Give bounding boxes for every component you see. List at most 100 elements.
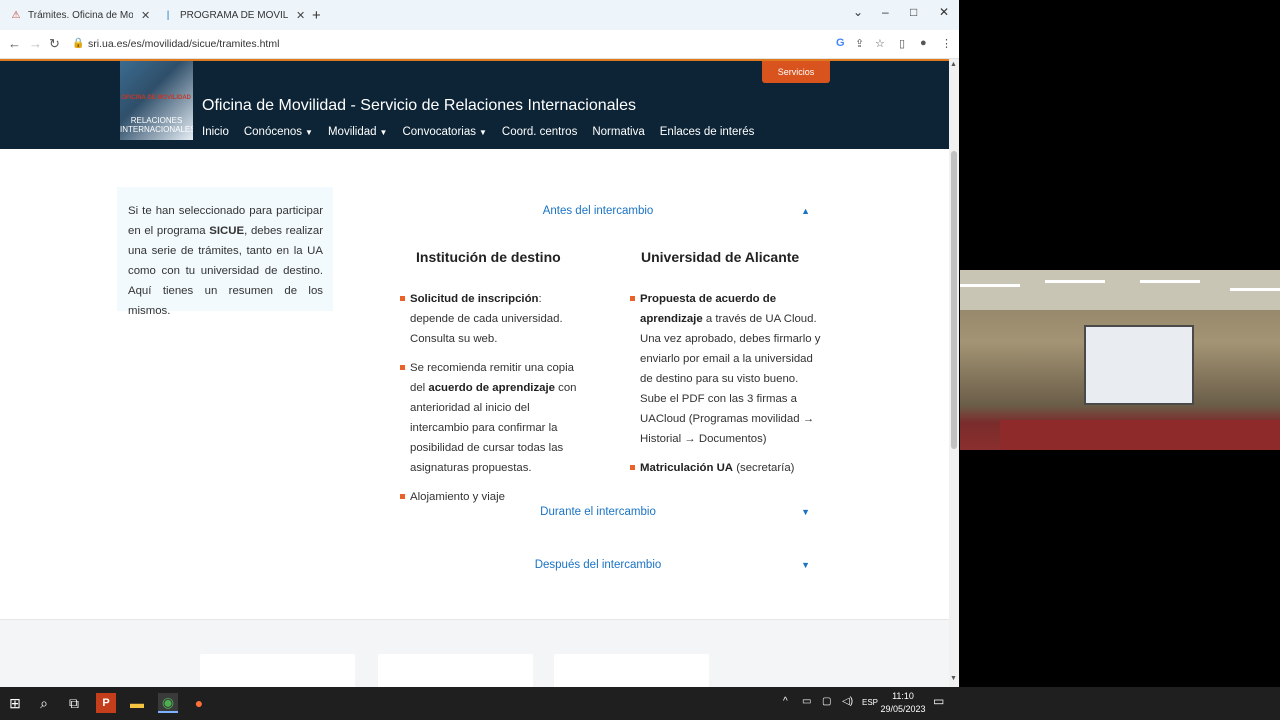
lock-icon[interactable]: 🔒 [72,38,84,49]
item-bold: Solicitud de inscripción [410,293,539,305]
footer-strip [0,619,949,687]
nav-conocenos[interactable]: Conócenos ▼ [244,126,313,138]
presentation-table [1000,420,1280,450]
list-item: Se recomienda remitir una copia del acue… [400,358,586,478]
ceiling-light [1230,288,1280,291]
windows-start-icon[interactable]: ⊞ [5,693,25,713]
footer-card [378,654,533,687]
scroll-up-icon[interactable]: ▲ [950,61,957,68]
column-title-alicante: Universidad de Alicante [641,249,800,265]
menu-dots-icon[interactable]: ⋮ [941,37,952,50]
language-indicator[interactable]: ESP [862,698,878,707]
new-tab-button[interactable]: + [312,4,321,26]
scroll-thumb[interactable] [951,151,957,449]
close-tab-icon[interactable]: ✕ [141,9,150,22]
logo-top-text: OFICINA DE MOVILIDAD [121,95,191,101]
powerpoint-icon[interactable]: P [96,693,116,713]
nav-enlaces[interactable]: Enlaces de interés [660,126,755,138]
main-nav: Inicio Conócenos ▼ Movilidad ▼ Convocatori… [202,126,769,138]
ua-favicon-icon: ⚠ [11,9,21,21]
nav-label: Coord. centros [501,126,578,138]
bookmark-star-icon[interactable]: ☆ [875,37,885,50]
nav-normativa[interactable]: Normativa [592,126,644,138]
nav-convocatorias[interactable]: Convocatorias ▼ [402,126,486,138]
share-icon[interactable]: ⇪ [855,37,864,50]
site-logo[interactable]: OFICINA DE MOVILIDAD RELACIONES INTERNAC… [120,61,193,140]
forward-icon[interactable]: → [29,36,42,51]
intro-text: Si te han seleccionado para participar e… [128,201,323,321]
nav-label: Convocatorias [402,126,476,138]
tab-bar: ⚠ Trámites. Oficina de Movilidad - ✕ | P… [0,0,959,30]
bullet-icon [400,296,405,301]
battery-icon[interactable]: ▭ [802,696,811,707]
destino-list: Solicitud de inscripción: depende de cad… [400,289,586,516]
file-explorer-icon[interactable]: ▬ [127,693,147,713]
accordion-durante[interactable]: Durante el intercambio ▼ [378,499,818,525]
minimize-button[interactable]: – [882,5,889,19]
bullet-icon [400,365,405,370]
network-icon[interactable]: ▢ [822,696,831,707]
url-input[interactable]: sri.ua.es/es/movilidad/sicue/tramites.ht… [88,38,279,50]
back-icon[interactable]: ← [8,36,21,51]
nav-label: Inicio [202,126,229,138]
caret-down-icon: ▼ [305,128,313,137]
volume-icon[interactable]: ◁) [842,696,853,707]
accordion-label: Durante el intercambio [540,506,656,518]
clock[interactable]: 11:10 29/05/2023 [878,690,928,716]
footer-card [200,654,355,687]
tab-tramites[interactable]: ⚠ Trámites. Oficina de Movilidad - ✕ [10,4,155,26]
chevron-down-icon: ▼ [801,507,810,517]
bullet-icon [630,296,635,301]
accordion-label: Antes del intercambio [542,205,654,217]
scrollbar[interactable]: ▲ ▼ [949,59,959,687]
task-view-icon[interactable]: ⧉ [64,693,84,713]
notification-icon[interactable]: ▭ [933,694,944,708]
video-feed [960,270,1280,450]
reload-icon[interactable]: ↻ [49,36,60,52]
item-text: (secretaría) [733,462,795,474]
browser-window: ⚠ Trámites. Oficina de Movilidad - ✕ | P… [0,0,959,687]
profile-icon[interactable]: ● [920,37,927,49]
tab-search-icon[interactable]: ⌄ [853,5,863,19]
chrome-icon[interactable]: ◉ [158,693,178,713]
list-item: Solicitud de inscripción: depende de cad… [400,289,586,349]
caret-down-icon: ▼ [379,128,388,137]
chevron-up-icon: ▲ [801,206,810,216]
sidebar-icon[interactable]: ▯ [899,37,905,50]
clock-time: 11:10 [892,691,914,701]
caret-down-icon: ▼ [478,128,487,137]
projection-screen [1084,325,1194,405]
item-text: con anterioridad al inicio del intercamb… [410,382,577,474]
firefox-icon[interactable]: ● [189,693,209,713]
nav-movilidad[interactable]: Movilidad ▼ [328,126,388,138]
nav-label: Enlaces de interés [659,126,755,138]
nav-label: Normativa [592,126,645,138]
ceiling-light [960,284,1020,287]
tab-programa[interactable]: | PROGRAMA DE MOVILIDAD SIC ✕ [162,4,307,26]
web-page: OFICINA DE MOVILIDAD RELACIONES INTERNAC… [0,59,949,687]
services-button[interactable]: Servicios [762,61,830,83]
accordion-antes[interactable]: Antes del intercambio ▲ [378,198,818,224]
item-text: a través de UA Cloud. Una vez aprobado, … [640,313,821,445]
tab-title: PROGRAMA DE MOVILIDAD SIC [180,9,288,21]
address-bar: ← → ↻ 🔒 sri.ua.es/es/movilidad/sicue/tra… [0,30,959,59]
accordion-despues[interactable]: Después del intercambio ▼ [378,552,818,578]
google-icon[interactable]: G [836,37,845,49]
item-bold: acuerdo de aprendizaje [428,382,555,394]
site-header: OFICINA DE MOVILIDAD RELACIONES INTERNAC… [0,59,949,149]
list-item: Matriculación UA (secretaría) [630,458,822,478]
nav-coord-centros[interactable]: Coord. centros [502,126,577,138]
list-item: Propuesta de acuerdo de aprendizaje a tr… [630,289,822,449]
search-icon[interactable]: ⌕ [34,693,54,713]
nav-inicio[interactable]: Inicio [202,126,229,138]
close-window-button[interactable]: ✕ [939,5,949,19]
ceiling-light [1140,280,1200,283]
accordion-label: Después del intercambio [534,559,662,571]
alicante-list: Propuesta de acuerdo de aprendizaje a tr… [630,289,822,487]
scroll-down-icon[interactable]: ▼ [950,675,957,682]
column-title-destino: Institución de destino [416,249,561,265]
chevron-up-icon[interactable]: ^ [783,696,788,707]
close-tab-icon[interactable]: ✕ [296,9,305,22]
nav-label: Conócenos [243,126,303,138]
maximize-button[interactable]: □ [910,5,917,19]
